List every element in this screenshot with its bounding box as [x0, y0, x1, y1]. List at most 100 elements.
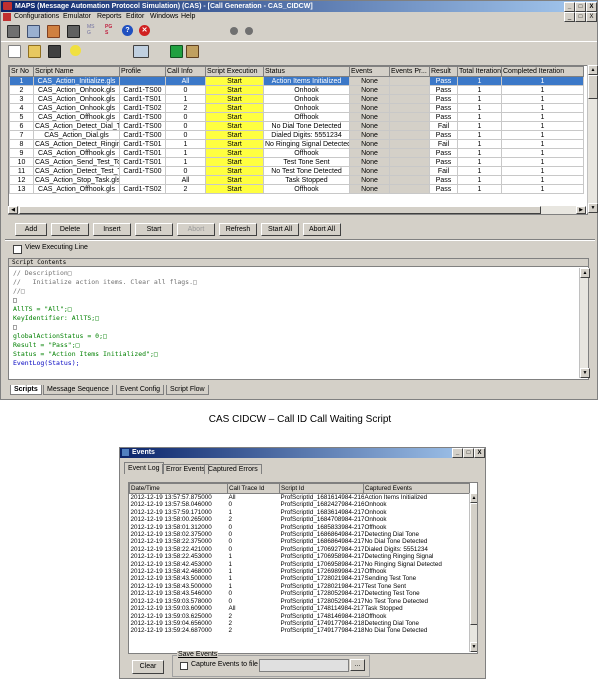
- grid-vertical-scrollbar[interactable]: ▲ ▼: [587, 65, 598, 213]
- start-button[interactable]: Start: [135, 223, 173, 236]
- cell-events[interactable]: None: [349, 157, 390, 167]
- scroll-thumb[interactable]: [588, 75, 598, 99]
- list-item[interactable]: 2012-12-19 13:59:03.578000 0 ProfScriptId_…: [130, 598, 470, 605]
- col-call-info[interactable]: Call Info: [165, 66, 206, 77]
- cell-events[interactable]: None: [349, 130, 390, 140]
- table-row[interactable]: 10CAS_Action_Send_Test_Tone.glsCard1-TS0…: [9, 157, 584, 167]
- table-row[interactable]: 3 CAS_Action_Onhook.gls Card1-TS01 1 Start On…: [9, 94, 584, 104]
- list-item[interactable]: 2012-12-19 13:59:03.609000 All ProfScriptI…: [130, 605, 470, 612]
- events-minimize-button[interactable]: _: [452, 448, 463, 458]
- list-item[interactable]: 2012-12-19 13:58:22.421000 0 ProfScriptId_…: [130, 546, 470, 553]
- cell-events[interactable]: None: [349, 175, 390, 185]
- abort-button[interactable]: Abort: [177, 223, 215, 236]
- script-editor[interactable]: Script Contents // Description□ // Initi…: [8, 258, 590, 380]
- insert-button[interactable]: Insert: [93, 223, 131, 236]
- table-row[interactable]: 7 CAS_Action_Dial.gls Card1-TS00 0 Start Dial…: [9, 130, 584, 140]
- cell-events[interactable]: None: [349, 148, 390, 158]
- save-icon[interactable]: [67, 25, 80, 38]
- scroll-down-icon[interactable]: ▼: [588, 203, 598, 213]
- cell-start-button[interactable]: Start: [205, 175, 264, 185]
- list-item[interactable]: 2012-12-19 13:58:42.453000 1 ProfScriptId_…: [130, 561, 470, 568]
- cell-start-button[interactable]: Start: [205, 112, 264, 122]
- cell-events-pr[interactable]: [389, 157, 430, 167]
- msg-button[interactable]: MS G: [87, 24, 101, 38]
- table-row[interactable]: 1 CAS_Action_Initialize.gls All Start Action…: [9, 76, 584, 86]
- cell-events-pr[interactable]: [389, 175, 430, 185]
- lightbulb-icon[interactable]: [70, 45, 81, 56]
- cell-events-pr[interactable]: [389, 94, 430, 104]
- list-item[interactable]: 2012-12-19 13:57:59.171000 1 ProfScriptId_…: [130, 509, 470, 516]
- cell-start-button[interactable]: Start: [205, 130, 264, 140]
- list-item[interactable]: 2012-12-19 13:57:57.875000 All ProfScriptI…: [130, 494, 470, 502]
- list-item[interactable]: 2012-12-19 13:57:58.046000 0 ProfScriptId_…: [130, 501, 470, 508]
- cell-events-pr[interactable]: [389, 148, 430, 158]
- inner-restore-button[interactable]: □: [575, 12, 586, 22]
- hscroll-thumb[interactable]: [19, 206, 541, 214]
- start-all-button[interactable]: Start All: [261, 223, 299, 236]
- scroll-right-icon[interactable]: ▶: [576, 206, 586, 214]
- pgs-button[interactable]: PG S: [105, 24, 119, 38]
- scroll-up-icon[interactable]: ▲: [588, 65, 598, 75]
- tab-scripts[interactable]: Scripts: [10, 385, 42, 395]
- cell-events[interactable]: None: [349, 139, 390, 149]
- tab-event-config[interactable]: Event Config: [116, 385, 165, 395]
- col-script-id[interactable]: Script Id: [279, 483, 364, 494]
- tab-error-events[interactable]: Error Events: [162, 464, 209, 474]
- cell-events[interactable]: None: [349, 121, 390, 131]
- script-scroll-down-icon[interactable]: ▼: [580, 368, 590, 378]
- script-vertical-scrollbar[interactable]: ▲ ▼: [579, 268, 590, 378]
- table-row[interactable]: 12 CAS_Action_Stop_Task.gls All Start Task S…: [9, 175, 584, 185]
- open-config-icon[interactable]: [7, 25, 20, 38]
- col-completed-iteration[interactable]: Completed Iteration: [501, 66, 584, 77]
- cell-events-pr[interactable]: [389, 130, 430, 140]
- cell-start-button[interactable]: Start: [205, 166, 264, 176]
- events-close-button[interactable]: X: [474, 448, 485, 458]
- help-icon[interactable]: ?: [122, 25, 133, 36]
- cell-start-button[interactable]: Start: [205, 103, 264, 113]
- list-item[interactable]: 2012-12-19 13:59:24.687000 2 ProfScriptId_…: [130, 627, 470, 634]
- cell-start-button[interactable]: Start: [205, 121, 264, 131]
- cell-events[interactable]: None: [349, 94, 390, 104]
- table-row[interactable]: 13 CAS_Action_Offhook.gls Card1-TS02 2 Start…: [9, 184, 584, 194]
- cell-start-button[interactable]: Start: [205, 85, 264, 95]
- col-total-iterations[interactable]: Total Iterations: [457, 66, 502, 77]
- list-item[interactable]: 2012-12-19 13:58:00.265000 2 ProfScriptId_…: [130, 516, 470, 523]
- table-row[interactable]: 5 CAS_Action_Offhook.gls Card1-TS00 0 Start O…: [9, 112, 584, 122]
- capture-file-input[interactable]: [259, 659, 349, 672]
- cell-start-button[interactable]: Start: [205, 184, 264, 194]
- col-status[interactable]: Status: [263, 66, 350, 77]
- col-date-time[interactable]: Date/Time: [129, 483, 228, 494]
- events-scroll-thumb[interactable]: [470, 503, 477, 625]
- cell-events-pr[interactable]: [389, 76, 430, 86]
- cell-events-pr[interactable]: [389, 166, 430, 176]
- cell-start-button[interactable]: Start: [205, 157, 264, 167]
- menu-emulator[interactable]: Emulator: [63, 12, 91, 22]
- bar-chart-icon[interactable]: [170, 45, 183, 58]
- scroll-left-icon[interactable]: ◀: [8, 206, 18, 214]
- abort-all-button[interactable]: Abort All: [303, 223, 341, 236]
- tab-message-sequence[interactable]: Message Sequence: [43, 385, 113, 395]
- open-folder-icon-2[interactable]: [28, 45, 41, 58]
- list-item[interactable]: 2012-12-19 13:58:01.312000 0 ProfScriptId_…: [130, 524, 470, 531]
- save-disk-icon[interactable]: [48, 45, 61, 58]
- cell-events[interactable]: None: [349, 112, 390, 122]
- events-maximize-button[interactable]: □: [463, 448, 474, 458]
- cell-events[interactable]: None: [349, 85, 390, 95]
- cell-events[interactable]: None: [349, 184, 390, 194]
- cell-start-button[interactable]: Start: [205, 94, 264, 104]
- menu-help[interactable]: Help: [181, 12, 195, 22]
- events-vertical-scrollbar[interactable]: ▲ ▼: [469, 493, 477, 652]
- view-executing-line-checkbox[interactable]: [13, 245, 22, 254]
- cell-events-pr[interactable]: [389, 139, 430, 149]
- menu-reports[interactable]: Reports: [97, 12, 122, 22]
- tab-script-flow[interactable]: Script Flow: [166, 385, 209, 395]
- list-item[interactable]: 2012-12-19 13:59:03.625000 2 ProfScriptId_…: [130, 613, 470, 620]
- table-row[interactable]: 4 CAS_Action_Onhook.gls Card1-TS02 2 Start On…: [9, 103, 584, 113]
- list-item[interactable]: 2012-12-19 13:58:22.375000 0 ProfScriptId_…: [130, 538, 470, 545]
- browse-button[interactable]: ...: [350, 659, 365, 671]
- network-icon[interactable]: [186, 45, 199, 58]
- tab-event-log[interactable]: Event Log: [124, 462, 164, 474]
- list-item[interactable]: 2012-12-19 13:58:43.546000 0 ProfScriptId_…: [130, 590, 470, 597]
- menu-windows[interactable]: Windows: [150, 12, 178, 22]
- col-captured-events[interactable]: Captured Events: [363, 483, 470, 494]
